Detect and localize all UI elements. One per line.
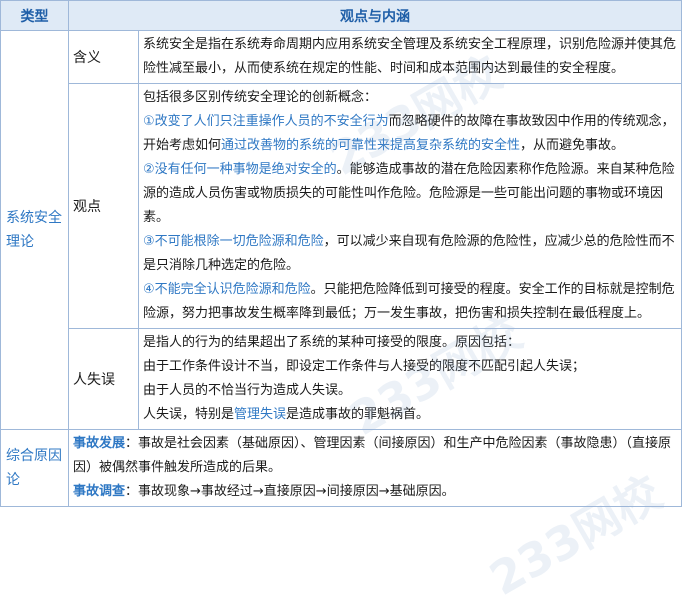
- human-line-2: 由于工作条件设计不当，即设定工作条件与人接受的限度不匹配引起人失误；: [143, 359, 586, 374]
- theory-table: 类型 观点与内涵 系统安全理论 含义 系统安全是指在系统寿命周期内应用系统安全管…: [0, 0, 682, 507]
- comp-dev-text: ：事故是社会因素（基础原因）、管理因素（间接原因）和生产中危险因素（事故隐患）（…: [73, 436, 672, 475]
- label-human-error: 人失误: [68, 328, 139, 430]
- header-view: 观点与内涵: [68, 0, 682, 31]
- text-human-error: 是指人的行为的结果超出了系统的某种可接受的限度。原因包括： 由于工作条件设计不当…: [138, 328, 682, 430]
- view-p3-highlight: ③不可能根除一切危险源和危险: [143, 234, 324, 249]
- view-p1-text-d: ，从而避免事故。: [520, 138, 625, 153]
- human-line-4: 人失误，特别是管理失误是造成事故的罪魁祸首。: [143, 403, 677, 427]
- label-view: 观点: [68, 83, 139, 329]
- header-type: 类型: [0, 0, 69, 31]
- row-view: 观点 包括很多区别传统安全理论的创新概念： ①改变了人们只注重操作人员的不安全行…: [1, 83, 682, 329]
- view-point-1: ①改变了人们只注重操作人员的不安全行为而忽略硬件的故障在事故致因中作用的传统观念…: [143, 110, 677, 158]
- comp-investigation: 事故调查：事故现象→事故经过→直接原因→间接原因→基础原因。: [73, 480, 677, 504]
- row-meaning: 系统安全理论 含义 系统安全是指在系统寿命周期内应用系统安全管理及系统安全工程原…: [0, 30, 682, 430]
- view-intro: 包括很多区别传统安全理论的创新概念：: [143, 90, 378, 105]
- view-point-2: ②没有任何一种事物是绝对安全的。能够造成事故的潜在危险因素称作危险源。来自某种危…: [143, 158, 677, 230]
- view-point-3: ③不可能根除一切危险源和危险，可以减少来自现有危险源的危险性，应减少总的危险性而…: [143, 230, 677, 278]
- human-line-3: 由于人员的不恰当行为造成人失误。: [143, 383, 352, 398]
- human-line-4-c: 是造成事故的罪魁祸首。: [286, 407, 430, 422]
- view-p2-highlight: ②没有任何一种事物是绝对安全的: [143, 162, 337, 177]
- row-comprehensive: 综合原因论 事故发展：事故是社会因素（基础原因）、管理因素（间接原因）和生产中危…: [0, 429, 682, 507]
- meaning-text: 系统安全是指在系统寿命周期内应用系统安全管理及系统安全工程原理，识别危险源并使其…: [143, 37, 677, 76]
- view-p1-highlight-c: 通过改善物的系统的可靠性来提高复杂系统的安全性: [221, 138, 521, 153]
- type-comprehensive: 综合原因论: [0, 429, 69, 507]
- comp-inv-text: ：事故现象→事故经过→直接原因→间接原因→基础原因。: [125, 484, 455, 499]
- human-line-4-highlight: 管理失误: [234, 407, 287, 422]
- comp-dev-label: 事故发展: [73, 436, 126, 451]
- label-meaning: 含义: [68, 30, 139, 84]
- human-line-1: 是指人的行为的结果超出了系统的某种可接受的限度。原因包括：: [143, 335, 521, 350]
- type-system-safety: 系统安全理论: [0, 30, 69, 430]
- text-meaning: 系统安全是指在系统寿命周期内应用系统安全管理及系统安全工程原理，识别危险源并使其…: [138, 30, 682, 84]
- view-p1-highlight-a: ①改变了人们只注重操作人员的不安全行为: [143, 114, 389, 129]
- human-line-4-a: 人失误，特别是: [143, 407, 235, 422]
- comp-development: 事故发展：事故是社会因素（基础原因）、管理因素（间接原因）和生产中危险因素（事故…: [73, 432, 677, 480]
- view-point-4: ④不能完全认识危险源和危险。只能把危险降低到可接受的程度。安全工作的目标就是控制…: [143, 278, 677, 326]
- comp-inv-label: 事故调查: [73, 484, 126, 499]
- row-human-error: 人失误 是指人的行为的结果超出了系统的某种可接受的限度。原因包括： 由于工作条件…: [1, 328, 682, 430]
- text-view: 包括很多区别传统安全理论的创新概念： ①改变了人们只注重操作人员的不安全行为而忽…: [138, 83, 682, 329]
- text-comprehensive: 事故发展：事故是社会因素（基础原因）、管理因素（间接原因）和生产中危险因素（事故…: [68, 429, 682, 507]
- header-row: 类型 观点与内涵: [0, 0, 682, 31]
- view-p4-highlight: ④不能完全认识危险源和危险: [143, 282, 311, 297]
